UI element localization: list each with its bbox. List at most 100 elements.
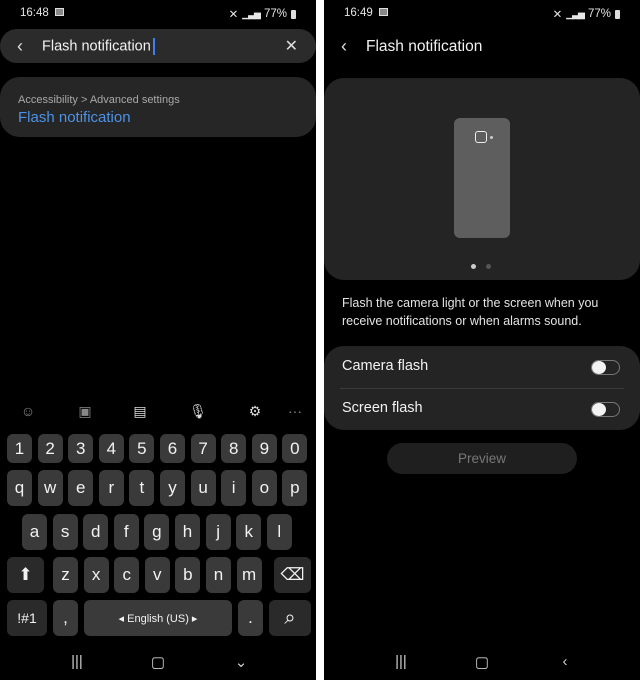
- flash-dot: [490, 136, 493, 139]
- key-g[interactable]: g: [144, 514, 170, 550]
- status-bar: 16:49 ✕ ▁▃▅ 77%: [324, 0, 640, 26]
- more-icon[interactable]: ···: [283, 403, 307, 419]
- key-7[interactable]: 7: [190, 434, 216, 463]
- battery-icon: [291, 9, 296, 19]
- comma-key[interactable]: ,: [53, 600, 78, 636]
- back-icon[interactable]: ‹: [341, 36, 366, 57]
- toggle-label: Screen flash: [342, 400, 423, 416]
- camera-flash-switch[interactable]: [591, 360, 620, 375]
- search-input[interactable]: Flash notification: [42, 37, 155, 55]
- key-y[interactable]: y: [160, 470, 185, 506]
- key-s[interactable]: s: [52, 514, 78, 550]
- period-key[interactable]: .: [238, 600, 263, 636]
- gallery-icon: [55, 8, 64, 16]
- key-j[interactable]: j: [205, 514, 231, 550]
- search-icon: ⌕: [284, 606, 296, 629]
- key-o[interactable]: o: [251, 470, 277, 506]
- key-2[interactable]: 2: [37, 434, 63, 463]
- shift-key[interactable]: ⬆: [7, 557, 44, 593]
- key-l[interactable]: l: [266, 514, 292, 550]
- battery-percent: 77%: [587, 8, 611, 20]
- recents-icon[interactable]: |||: [386, 653, 416, 670]
- status-bar: 16:48 ✕ ▁▃▅ 77%: [0, 0, 316, 26]
- key-w[interactable]: w: [37, 470, 63, 506]
- camera-icon: [475, 131, 487, 143]
- nav-bar: ||| ▢ ‹: [324, 650, 640, 680]
- search-bar[interactable]: ‹ Flash notification ✕: [0, 29, 316, 63]
- flash-notification-screen: 16:49 ✕ ▁▃▅ 77% ‹ Flash notification Fla…: [324, 0, 640, 680]
- page-dot-active: [471, 264, 476, 269]
- key-f[interactable]: f: [113, 514, 139, 550]
- gallery-icon: [379, 8, 388, 16]
- key-m[interactable]: m: [236, 557, 262, 593]
- key-6[interactable]: 6: [160, 434, 185, 463]
- result-title[interactable]: Flash notification: [18, 109, 131, 126]
- sticker-icon[interactable]: ▣: [73, 403, 97, 420]
- key-c[interactable]: c: [114, 557, 140, 593]
- key-8[interactable]: 8: [221, 434, 247, 463]
- back-icon[interactable]: ‹: [17, 36, 37, 57]
- screen-flash-row[interactable]: Screen flash: [324, 388, 640, 430]
- key-b[interactable]: b: [175, 557, 201, 593]
- emoji-icon[interactable]: ☺: [16, 403, 40, 419]
- mute-icon: ✕: [228, 9, 239, 21]
- home-icon[interactable]: ▢: [467, 653, 497, 671]
- key-5[interactable]: 5: [129, 434, 155, 463]
- gear-icon[interactable]: ⚙: [243, 403, 267, 420]
- search-key[interactable]: ⌕: [269, 600, 311, 636]
- status-time: 16:49: [344, 7, 373, 19]
- signal-icon: ▁▃▅: [566, 8, 585, 19]
- preview-button[interactable]: Preview: [387, 443, 577, 474]
- key-d[interactable]: d: [83, 514, 109, 550]
- space-key[interactable]: ◂ English (US) ▸: [84, 600, 232, 636]
- key-3[interactable]: 3: [68, 434, 94, 463]
- key-x[interactable]: x: [83, 557, 109, 593]
- key-h[interactable]: h: [175, 514, 200, 550]
- recents-icon[interactable]: |||: [62, 653, 92, 670]
- mic-icon[interactable]: 🎙: [186, 403, 210, 420]
- key-t[interactable]: t: [129, 470, 155, 506]
- result-breadcrumb: Accessibility > Advanced settings: [18, 94, 180, 106]
- clear-icon[interactable]: ✕: [285, 36, 298, 56]
- text-cursor: [152, 37, 155, 55]
- key-0[interactable]: 0: [282, 434, 308, 463]
- page-dot: [486, 264, 491, 269]
- toggle-label: Camera flash: [342, 358, 429, 374]
- illustration-card[interactable]: [324, 78, 640, 280]
- key-i[interactable]: i: [221, 470, 247, 506]
- status-time: 16:48: [20, 7, 49, 19]
- key-9[interactable]: 9: [251, 434, 277, 463]
- camera-flash-row[interactable]: Camera flash: [324, 346, 640, 389]
- battery-percent: 77%: [263, 8, 287, 20]
- nav-bar: ||| ▢ ⌄: [0, 650, 316, 680]
- key-1[interactable]: 1: [7, 434, 32, 463]
- key-n[interactable]: n: [206, 557, 231, 593]
- hide-keyboard-icon[interactable]: ⌄: [226, 653, 256, 671]
- key-z[interactable]: z: [53, 557, 78, 593]
- key-4[interactable]: 4: [98, 434, 124, 463]
- key-v[interactable]: v: [144, 557, 170, 593]
- search-result[interactable]: Accessibility > Advanced settings Flash …: [0, 77, 316, 137]
- page-title: Flash notification: [366, 37, 483, 55]
- toggle-list: Camera flash Screen flash: [324, 346, 640, 430]
- key-a[interactable]: a: [22, 514, 47, 550]
- app-header: ‹ Flash notification: [341, 36, 482, 57]
- clipboard-icon[interactable]: ▤: [128, 403, 152, 420]
- key-q[interactable]: q: [7, 470, 32, 506]
- signal-icon: ▁▃▅: [242, 8, 261, 19]
- back-nav-icon[interactable]: ‹: [550, 653, 580, 670]
- backspace-key[interactable]: ⌫: [274, 557, 311, 593]
- search-screen: 16:48 ✕ ▁▃▅ 77% ‹ Flash notification ✕ A…: [0, 0, 316, 680]
- keyboard-toolbar: ☺ ▣ ▤ 🎙 ⚙ ···: [0, 400, 316, 424]
- key-k[interactable]: k: [236, 514, 262, 550]
- key-p[interactable]: p: [282, 470, 308, 506]
- mute-icon: ✕: [552, 9, 563, 21]
- battery-icon: [615, 9, 620, 19]
- home-icon[interactable]: ▢: [143, 653, 173, 671]
- screen-flash-switch[interactable]: [591, 402, 620, 417]
- symbols-key[interactable]: !#1: [7, 600, 47, 636]
- key-u[interactable]: u: [190, 470, 216, 506]
- key-e[interactable]: e: [68, 470, 94, 506]
- phone-illustration: [454, 118, 510, 238]
- key-r[interactable]: r: [98, 470, 124, 506]
